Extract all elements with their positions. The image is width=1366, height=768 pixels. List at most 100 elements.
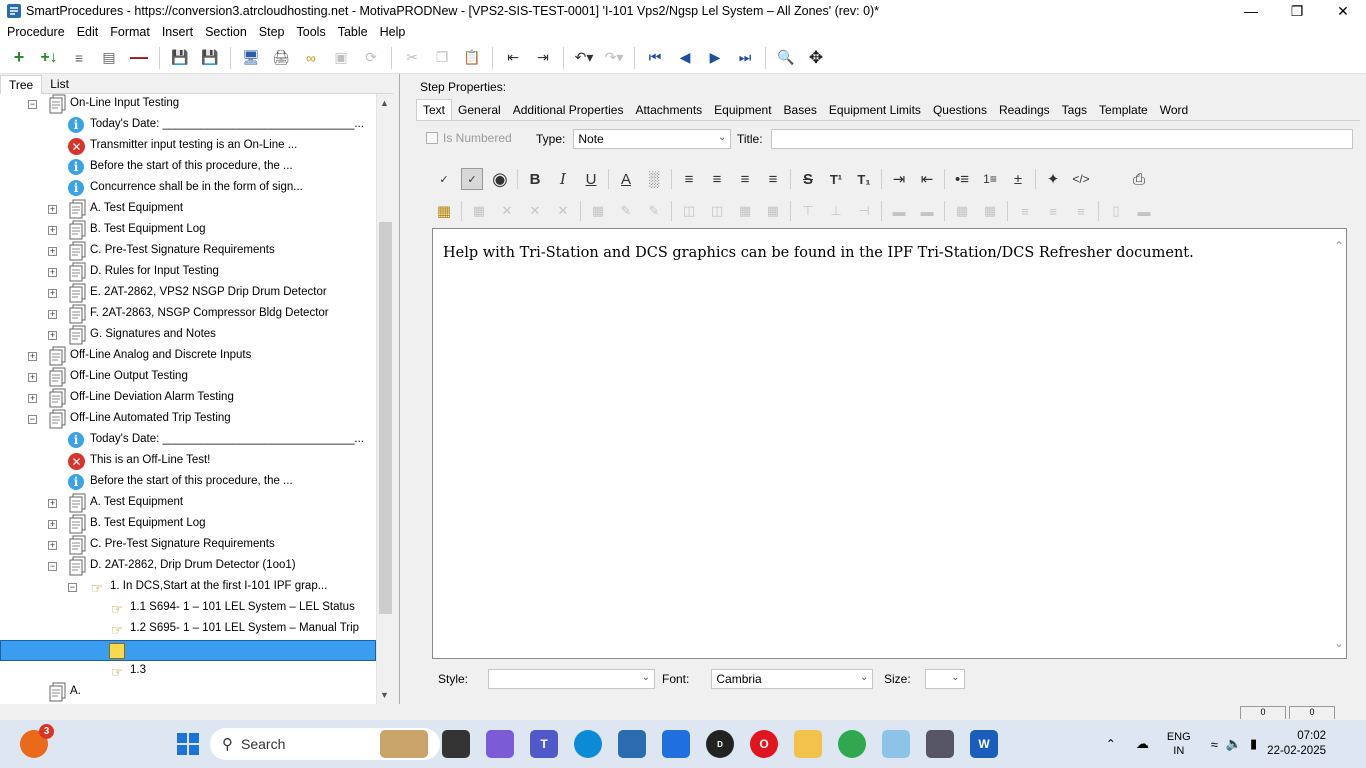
tree-row[interactable]: − On-Line Input Testing — [0, 94, 376, 115]
tree-row[interactable]: i Before the start of this procedure, the… — [0, 157, 376, 178]
outdent-icon[interactable]: ⇤ — [502, 47, 524, 69]
indent-increase-icon[interactable]: ⇥ — [888, 168, 910, 190]
link-icon[interactable]: ∞ — [300, 47, 322, 69]
wifi-icon[interactable]: ≈ — [1211, 737, 1218, 752]
menu-procedure[interactable]: Procedure — [3, 25, 69, 39]
magic-wand-icon[interactable]: ✦ — [1042, 168, 1064, 190]
tree-row[interactable]: + B. Test Equipment Log — [0, 220, 376, 241]
valign-top-icon[interactable]: ≡ — [1014, 200, 1036, 222]
window-icon[interactable]: ▣ — [330, 47, 352, 69]
chrome-icon[interactable] — [838, 730, 866, 758]
color-wheel-icon[interactable]: ◉ — [489, 168, 511, 190]
scroll-down-icon[interactable]: ▼ — [380, 690, 389, 700]
chevron-up-icon[interactable]: ⌃ — [1334, 239, 1344, 253]
table-grid-alt-icon[interactable]: ▦ — [762, 200, 784, 222]
export-icon[interactable]: 🖥 — [240, 47, 262, 69]
expand-icon[interactable]: + — [48, 520, 57, 529]
tab-additional-properties[interactable]: Additional Properties — [507, 100, 630, 120]
tab-tree[interactable]: Tree — [0, 75, 43, 94]
save-icon[interactable]: 💾 — [199, 47, 221, 69]
tree-row[interactable]: i Concurrence shall be in the form of sig… — [0, 178, 376, 199]
windows-start-icon[interactable] — [174, 730, 202, 758]
table-delete-icon[interactable]: ▦ — [468, 200, 490, 222]
insert-row-below-icon[interactable]: ⊥ — [825, 200, 847, 222]
collapse-icon[interactable]: − — [48, 562, 57, 571]
tree-row[interactable]: + C. Pre-Test Signature Requirements — [0, 535, 376, 556]
valign-middle-icon[interactable]: ≡ — [1042, 200, 1064, 222]
insert-column-right-icon[interactable]: ◫ — [706, 200, 728, 222]
tree-row[interactable]: + F. 2AT-2863, NSGP Compressor Bldg Detec… — [0, 304, 376, 325]
expand-icon[interactable]: + — [48, 268, 57, 277]
remote-desktop-icon[interactable] — [926, 730, 954, 758]
menu-section[interactable]: Section — [201, 25, 251, 39]
align-right-icon[interactable]: ≡ — [734, 168, 756, 190]
list-detail-icon[interactable]: ▤ — [98, 47, 120, 69]
pane-splitter[interactable] — [399, 74, 407, 704]
tree-row[interactable]: + Off-Line Output Testing — [0, 367, 376, 388]
table-width-icon[interactable]: ▯ — [1105, 200, 1127, 222]
scroll-thumb[interactable] — [379, 222, 392, 614]
tree-row[interactable]: i Today's Date: _________________________… — [0, 430, 376, 451]
add-icon[interactable]: + — [8, 47, 30, 69]
file-explorer-icon[interactable] — [794, 730, 822, 758]
title-input[interactable] — [770, 129, 1353, 149]
list-icon[interactable]: ≡ — [68, 47, 90, 69]
dell-icon[interactable]: D — [706, 730, 734, 758]
tree-row[interactable] — [0, 640, 376, 661]
split-cells-icon[interactable]: ▬ — [916, 200, 938, 222]
tree-scrollbar[interactable]: ▲ ▼ — [376, 94, 393, 704]
indent-icon[interactable]: ⇥ — [532, 47, 554, 69]
language-indicator[interactable]: ENG IN — [1167, 730, 1191, 758]
tab-readings[interactable]: Readings — [993, 100, 1056, 120]
align-left-icon[interactable]: ≡ — [678, 168, 700, 190]
notification-app-icon[interactable]: 3 — [20, 724, 54, 758]
tab-bases[interactable]: Bases — [778, 100, 823, 120]
type-select[interactable]: Note ⌄ — [573, 129, 732, 149]
move-icon[interactable]: ✥ — [805, 47, 827, 69]
font-color-icon[interactable]: A — [615, 168, 637, 190]
tab-general[interactable]: General — [452, 100, 507, 120]
scroll-up-icon[interactable]: ▲ — [380, 98, 389, 108]
spellcheck-icon[interactable]: ✓ — [433, 168, 455, 190]
tab-equipment-limits[interactable]: Equipment Limits — [823, 100, 927, 120]
rich-text-editor[interactable]: Help with Tri-Station and DCS graphics c… — [432, 228, 1347, 659]
redo-step-icon[interactable]: ⟳ — [360, 47, 382, 69]
table-edit-icon[interactable]: ✎ — [615, 200, 637, 222]
tree-row[interactable]: + D. Rules for Input Testing — [0, 262, 376, 283]
expand-icon[interactable]: + — [48, 499, 57, 508]
table-height-icon[interactable]: ▬ — [1133, 200, 1155, 222]
table-grid-icon[interactable]: ▦ — [734, 200, 756, 222]
tree-row[interactable]: ☞ 1.1 S694- 1 – 101 LEL System – LEL Stat… — [0, 598, 376, 619]
tree-row[interactable]: − D. 2AT-2862, Drip Drum Detector (1oo1) — [0, 556, 376, 577]
next-icon[interactable]: ▶ — [704, 47, 726, 69]
expand-icon[interactable]: + — [48, 331, 57, 340]
insert-table-icon[interactable]: ▦ — [433, 200, 455, 222]
remove-icon[interactable]: — — [128, 47, 150, 69]
print-icon[interactable]: 🖨 — [270, 47, 292, 69]
task-view-icon[interactable] — [442, 730, 470, 758]
volume-icon[interactable]: 🔈 — [1226, 736, 1242, 752]
table-format-icon[interactable]: ✎ — [643, 200, 665, 222]
previous-icon[interactable]: ◀ — [674, 47, 696, 69]
smartprocedures-taskbar-icon[interactable] — [882, 730, 910, 758]
opera-icon[interactable]: O — [750, 730, 778, 758]
cell-properties-icon[interactable]: ▦ — [587, 200, 609, 222]
paste-icon[interactable]: 📋 — [461, 47, 483, 69]
menu-format[interactable]: Format — [106, 25, 154, 39]
html-source-icon[interactable]: </> — [1070, 168, 1092, 190]
tab-list[interactable]: List — [42, 75, 77, 93]
save-copy-icon[interactable]: 💾 — [169, 47, 191, 69]
close-button[interactable]: ✕ — [1320, 0, 1366, 22]
superscript-icon[interactable]: T¹ — [825, 168, 847, 190]
bullet-list-icon[interactable]: •≡ — [951, 168, 973, 190]
tree-row[interactable]: i Before the start of this procedure, the… — [0, 472, 376, 493]
tab-text[interactable]: Text — [416, 99, 453, 120]
delete-cell-icon[interactable]: ✕ — [552, 200, 574, 222]
tree-row[interactable]: − ☞ 1. In DCS,Start at the first I-101 IPF… — [0, 577, 376, 598]
first-icon[interactable]: ⏮ — [644, 47, 666, 69]
restore-button[interactable]: ❐ — [1274, 0, 1320, 22]
collapse-icon[interactable]: − — [28, 100, 37, 109]
collapse-icon[interactable]: − — [68, 583, 77, 592]
size-select[interactable]: ⌄ — [924, 669, 965, 689]
tree-row[interactable]: − Off-Line Automated Trip Testing — [0, 409, 376, 430]
